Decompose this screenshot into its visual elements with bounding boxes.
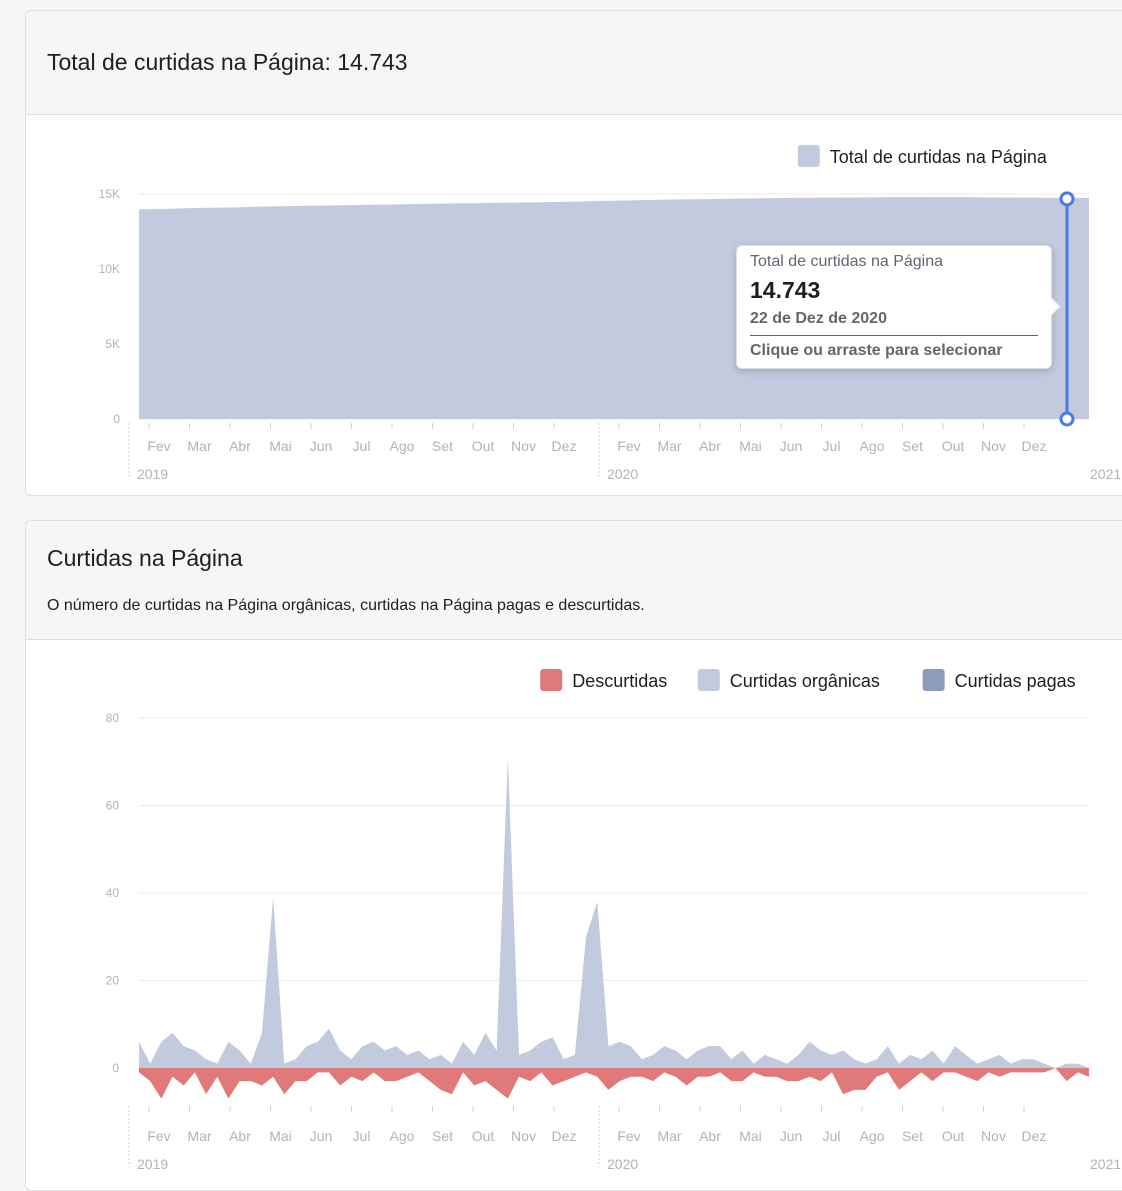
y-tick-label: 0 [113,412,120,426]
x-tick-label: Abr [699,1128,721,1144]
x-tick-label: Abr [229,1128,251,1144]
x-tick-label: Jul [823,438,841,454]
y-tick-label: 10K [99,262,120,276]
x-tick-label: Set [432,1128,453,1144]
x-tick-label: Fev [617,1128,640,1144]
legend-label: Descurtidas [572,671,667,691]
legend-label: Curtidas pagas [955,671,1076,691]
tooltip-divider [750,335,1038,336]
x-year-label: 2019 [137,1156,168,1172]
x-tick-label: Jun [310,1128,333,1144]
x-tick-label: Jun [780,438,803,454]
x-tick-label: Out [472,1128,495,1144]
x-tick-label: Ago [860,1128,885,1144]
y-tick-label: 0 [112,1061,119,1075]
x-tick-label: Mar [187,438,211,454]
legend-swatch [797,145,820,167]
x-tick-label: Abr [229,438,251,454]
tooltip-date: 22 de Dez de 2020 [750,310,887,327]
x-tick-label: Jul [823,1128,841,1144]
x-tick-label: Ago [390,438,415,454]
x-tick-label: Dez [1022,438,1047,454]
x-tick-label: Fev [617,438,640,454]
x-year-label: 2020 [607,1156,638,1172]
x-tick-label: Jul [353,1128,371,1144]
x-tick-label: Ago [860,438,885,454]
total-likes-card: Total de curtidas na Página: 14.743 0 5K 1… [25,10,1122,496]
x-tick-label: Nov [511,1128,536,1144]
x-tick-label: Dez [552,1128,577,1144]
x-tick-label: Jun [310,438,333,454]
x-tick-label: Set [902,1128,923,1144]
x-tick-label: Set [902,438,923,454]
y-tick-label: 60 [106,799,120,813]
x-tick-label: Nov [981,438,1006,454]
x-tick-label: Fev [147,1128,170,1144]
selector-handle-bottom [1059,411,1075,427]
x-tick-label: Jun [780,1128,803,1144]
x-year-label: 2021 [1090,1156,1121,1172]
x-tick-label: Jul [353,438,371,454]
x-tick-label: Nov [511,438,536,454]
x-year-label: 2019 [137,466,168,482]
page-likes-card: Curtidas na Página O número de curtidas … [25,520,1122,1191]
legend-swatch [540,669,563,691]
y-tick-label: 15K [99,187,120,201]
x-tick-label: Mai [739,438,762,454]
legend-swatch [697,669,720,691]
selector-handle-top [1059,191,1075,207]
tooltip-value: 14.743 [750,277,821,303]
y-tick-label: 80 [106,711,120,725]
x-tick-label: Mai [739,1128,762,1144]
x-tick-label: Dez [1022,1128,1047,1144]
x-tick-label: Set [432,438,453,454]
legend-label: Curtidas orgânicas [730,671,880,691]
y-tick-label: 40 [106,886,120,900]
x-tick-label: Out [942,438,965,454]
x-tick-label: Ago [390,1128,415,1144]
x-tick-label: Fev [147,438,170,454]
x-tick-label: Nov [981,1128,1006,1144]
x-tick-label: Mar [657,1128,681,1144]
y-tick-label: 5K [105,337,120,351]
y-tick-label: 20 [106,974,120,988]
series-area-organic-likes [139,757,1089,1068]
series-area-unlikes [139,1068,1089,1099]
tooltip-action-hint: Clique ou arraste para selecionar [750,342,1003,359]
legend-swatch [922,669,945,691]
tooltip-label: Total de curtidas na Página [750,253,944,270]
x-tick-label: Out [942,1128,965,1144]
chart-tooltip: Total de curtidas na Página 14.743 22 de… [736,245,1052,369]
x-tick-label: Mai [269,438,292,454]
x-tick-label: Mai [269,1128,292,1144]
x-tick-label: Dez [552,438,577,454]
page-likes-chart[interactable]: 0 20 40 60 80 Fev Fev Mar Mar Abr Abr Mai Mai Jun Jun J… [26,521,1122,1190]
x-tick-label: Abr [699,438,721,454]
legend-label: Total de curtidas na Página [830,147,1048,167]
x-year-label: 2021 [1090,466,1121,482]
x-year-label: 2020 [607,466,638,482]
x-tick-label: Mar [187,1128,211,1144]
x-tick-label: Mar [657,438,681,454]
x-tick-label: Out [472,438,495,454]
